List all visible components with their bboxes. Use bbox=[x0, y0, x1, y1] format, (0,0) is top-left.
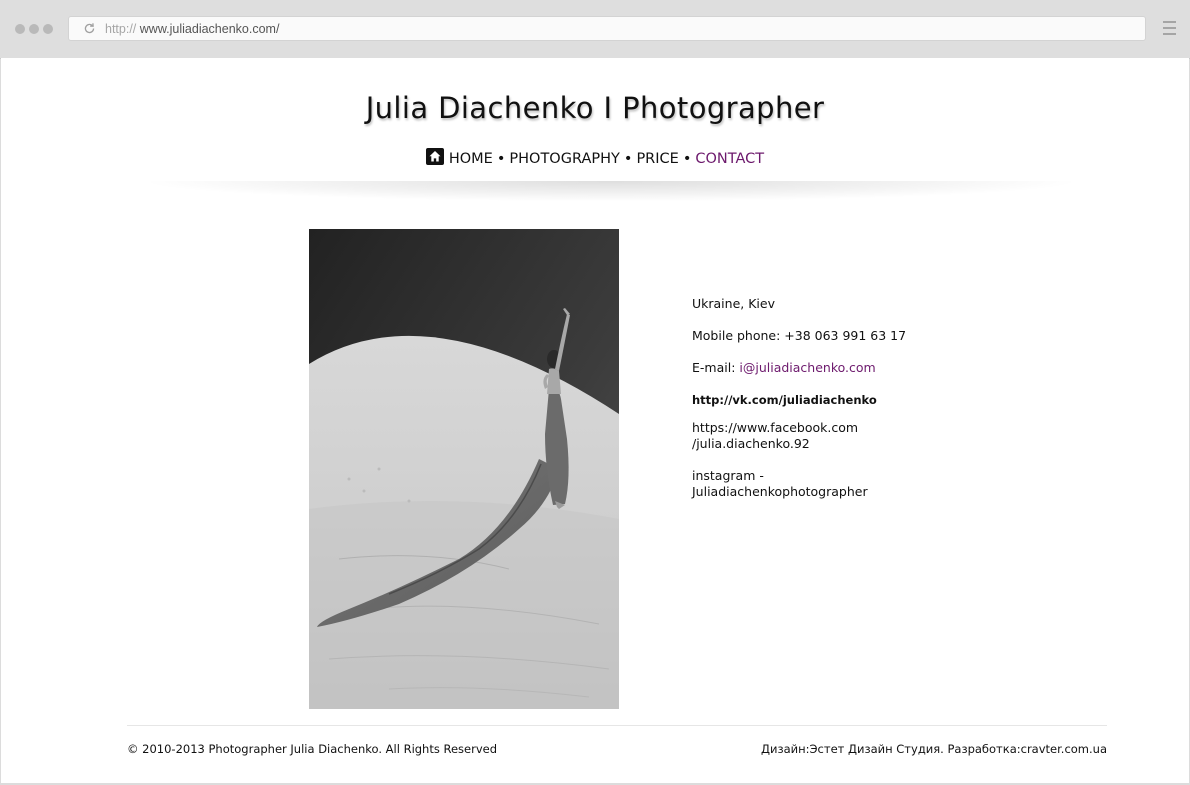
footer-divider bbox=[127, 725, 1107, 726]
url-host: www.juliadiachenko.com/ bbox=[139, 22, 280, 36]
contact-phone: Mobile phone: +38 063 991 63 17 bbox=[692, 328, 952, 344]
footer-credits: Дизайн:Эстет Дизайн Студия. Разработка:c… bbox=[761, 742, 1107, 756]
nav-home[interactable]: HOME bbox=[449, 151, 493, 167]
phone-value: +38 063 991 63 17 bbox=[784, 328, 907, 343]
window-close-dot[interactable] bbox=[15, 24, 25, 34]
window-minimize-dot[interactable] bbox=[29, 24, 39, 34]
nav-separator: • bbox=[496, 151, 506, 167]
address-bar[interactable]: http:// www.juliadiachenko.com/ bbox=[68, 16, 1146, 41]
browser-toolbar: http:// www.juliadiachenko.com/ bbox=[0, 0, 1190, 59]
nav-shadow bbox=[151, 181, 1071, 201]
phone-label: Mobile phone: bbox=[692, 328, 785, 343]
contact-info: Ukraine, Kiev Mobile phone: +38 063 991 … bbox=[692, 296, 952, 516]
email-link[interactable]: i@juliadiachenko.com bbox=[739, 360, 875, 375]
main-nav: HOME • PHOTOGRAPHY • PRICE • CONTACT bbox=[1, 148, 1189, 167]
facebook-link[interactable]: https://www.facebook.com/julia.diachenko… bbox=[692, 420, 952, 452]
contact-location: Ukraine, Kiev bbox=[692, 296, 775, 311]
url-protocol: http:// bbox=[105, 22, 137, 36]
home-icon[interactable] bbox=[425, 148, 444, 165]
footer-copyright: © 2010-2013 Photographer Julia Diachenko… bbox=[127, 742, 498, 756]
dev-label: . Разработка: bbox=[940, 742, 1021, 756]
dev-site-link[interactable]: cravter.com.ua bbox=[1021, 742, 1107, 756]
contact-email: E-mail: i@juliadiachenko.com bbox=[692, 360, 952, 376]
reload-icon[interactable] bbox=[83, 22, 96, 35]
nav-contact[interactable]: CONTACT bbox=[695, 151, 764, 167]
instagram-line-2: Juliadiachenkophotographer bbox=[692, 484, 868, 499]
instagram-info: instagram - Juliadiachenkophotographer bbox=[692, 468, 952, 500]
facebook-line-1: https://www.facebook.com bbox=[692, 420, 859, 435]
page-viewport: Julia Diachenko I Photographer HOME • PHOT… bbox=[1, 58, 1189, 783]
photo-bw-woman-dune-icon bbox=[309, 229, 619, 709]
facebook-line-2: /julia.diachenko.92 bbox=[692, 436, 810, 451]
address-text[interactable]: http:// www.juliadiachenko.com/ bbox=[105, 22, 279, 36]
nav-price[interactable]: PRICE bbox=[636, 151, 678, 167]
site-title: Julia Diachenko I Photographer bbox=[365, 91, 825, 125]
instagram-line-1: instagram - bbox=[692, 468, 764, 483]
photo-image bbox=[309, 229, 619, 709]
window-controls bbox=[15, 24, 53, 34]
email-label: E-mail: bbox=[692, 360, 740, 375]
nav-separator: • bbox=[623, 151, 633, 167]
vk-link[interactable]: http://vk.com/juliadiachenko bbox=[692, 392, 952, 408]
design-label: Дизайн: bbox=[761, 742, 810, 756]
nav-separator: • bbox=[682, 151, 692, 167]
design-studio-link[interactable]: Эстет Дизайн Студия bbox=[810, 742, 941, 756]
window-zoom-dot[interactable] bbox=[43, 24, 53, 34]
browser-menu-icon[interactable] bbox=[1163, 21, 1176, 37]
nav-photography[interactable]: PHOTOGRAPHY bbox=[509, 151, 619, 167]
